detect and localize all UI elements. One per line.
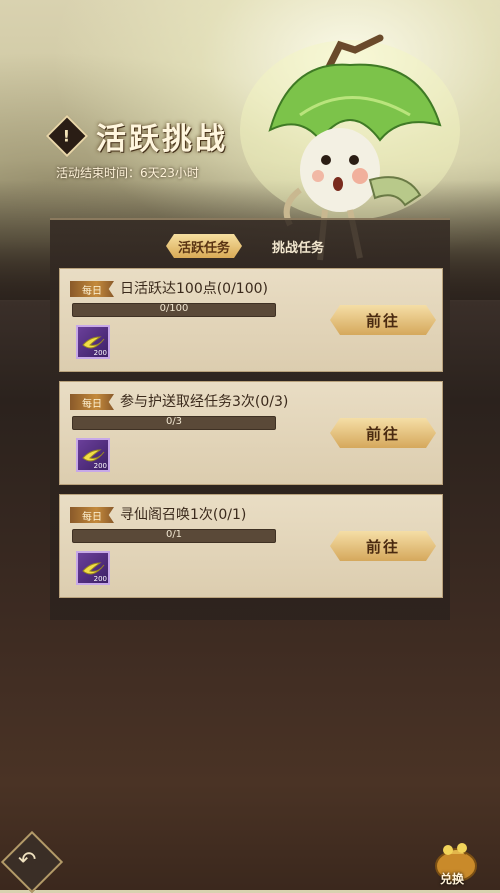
tab-bar: 活跃任务 挑战任务 [166, 234, 336, 258]
task-description: 参与护送取经任务3次(0/3) [120, 394, 289, 410]
tab-challenge-tasks[interactable]: 挑战任务 [260, 234, 336, 258]
daily-badge: 每日 [70, 281, 114, 297]
progress-bar: 0/1 [72, 529, 276, 543]
go-button[interactable]: 前往 [330, 305, 436, 335]
go-button[interactable]: 前往 [330, 531, 436, 561]
reward-item-icon[interactable]: 200 [76, 438, 110, 472]
task-card: 每日 参与护送取经任务3次(0/3) 0/3 200 前往 [59, 381, 443, 485]
progress-text: 0/3 [165, 416, 183, 427]
exclamation-icon[interactable]: ! [45, 114, 89, 158]
daily-badge: 每日 [70, 394, 114, 410]
page-header: ! 活跃挑战 [45, 114, 228, 158]
task-card: 每日 日活跃达100点(0/100) 0/100 200 前往 [59, 268, 443, 372]
progress-bar: 0/3 [72, 416, 276, 430]
reward-item-icon[interactable]: 200 [76, 551, 110, 585]
reward-quantity: 200 [93, 575, 107, 583]
exchange-label: 兑换 [440, 872, 465, 886]
task-card: 每日 寻仙阁召唤1次(0/1) 0/1 200 前往 [59, 494, 443, 598]
reward-quantity: 200 [93, 462, 107, 470]
back-arrow-icon[interactable]: ↶ [18, 848, 36, 873]
task-description: 寻仙阁召唤1次(0/1) [120, 507, 247, 523]
progress-bar: 0/100 [72, 303, 276, 317]
progress-text: 0/100 [159, 303, 189, 314]
reward-item-icon[interactable]: 200 [76, 325, 110, 359]
reward-quantity: 200 [93, 349, 107, 357]
page-title: 活跃挑战 [96, 122, 228, 157]
progress-text: 0/1 [165, 529, 183, 540]
tab-active-tasks[interactable]: 活跃任务 [166, 234, 242, 258]
daily-badge: 每日 [70, 507, 114, 523]
event-end-time: 活动结束时间：6天23小时 [56, 166, 199, 180]
task-description: 日活跃达100点(0/100) [120, 281, 268, 297]
go-button[interactable]: 前往 [330, 418, 436, 448]
